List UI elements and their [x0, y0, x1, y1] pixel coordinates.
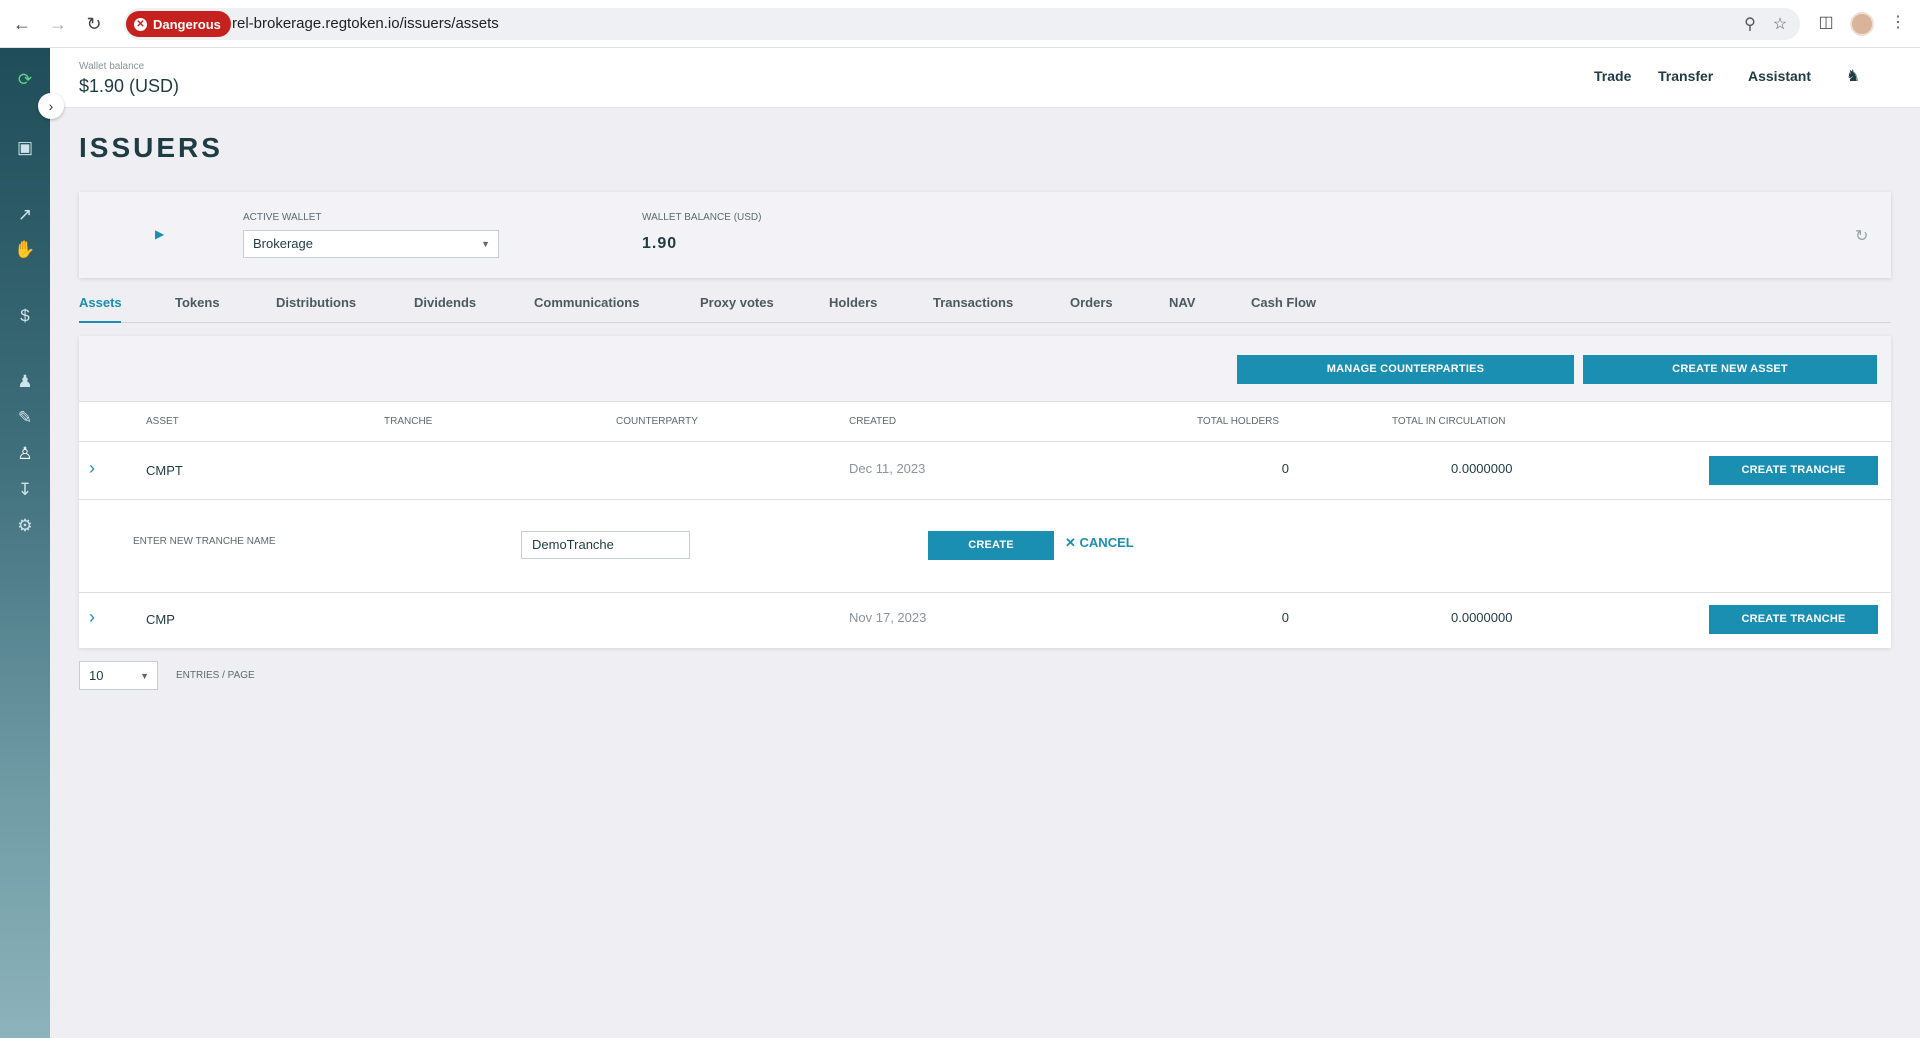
menu-kebab-icon[interactable]: ⋮ — [1886, 12, 1910, 36]
asset-name: CMP — [146, 612, 175, 627]
assets-table-card: MANAGE COUNTERPARTIES CREATE NEW ASSET A… — [79, 336, 1891, 648]
address-bar[interactable]: ✕ Dangerous rel-brokerage.regtoken.io/is… — [124, 8, 1800, 40]
tab-distributions[interactable]: Distributions — [276, 295, 356, 310]
table-toolbar: MANAGE COUNTERPARTIES CREATE NEW ASSET — [79, 336, 1891, 402]
wallet-icon[interactable]: ▣ — [13, 136, 37, 160]
create-new-asset-button[interactable]: CREATE NEW ASSET — [1583, 355, 1877, 384]
asset-name: CMPT — [146, 463, 183, 478]
nav-assistant[interactable]: Assistant — [1748, 68, 1811, 84]
users-icon[interactable]: ♞ — [1842, 66, 1864, 88]
tab-assets[interactable]: Assets — [79, 295, 122, 310]
sidebar: ⟳ ▣ ↗ ✋ $ ♟ ✎ ♙ ↧ ⚙ — [0, 48, 50, 1038]
manage-counterparties-button[interactable]: MANAGE COUNTERPARTIES — [1237, 355, 1574, 384]
download-tray-icon[interactable]: ↧ — [13, 478, 37, 502]
play-icon[interactable]: ▶ — [155, 227, 164, 241]
sidebar-expand-chevron-icon[interactable]: › — [38, 93, 64, 119]
tab-proxy-votes[interactable]: Proxy votes — [700, 295, 774, 310]
dropdown-caret-icon: ▼ — [140, 671, 149, 681]
wallet-balance-usd-value: 1.90 — [642, 235, 678, 252]
wallet-balance-value: $1.90 (USD) — [79, 76, 180, 96]
divider — [79, 441, 1891, 442]
tranche-name-label: ENTER NEW TRANCHE NAME — [133, 536, 276, 547]
back-arrow-icon[interactable]: ← — [10, 12, 34, 36]
expand-chevron-icon[interactable]: › — [89, 458, 95, 479]
expand-chevron-icon[interactable]: › — [89, 607, 95, 628]
tab-dividends[interactable]: Dividends — [414, 295, 476, 310]
cancel-button[interactable]: ✕ CANCEL — [1065, 535, 1134, 551]
column-header-total-in-circulation: TOTAL IN CIRCULATION — [1392, 416, 1506, 427]
column-header-tranche: TRANCHE — [384, 416, 433, 427]
column-header-created: CREATED — [849, 416, 897, 427]
wallet-balance-usd-label: WALLET BALANCE (USD) — [642, 212, 762, 223]
tab-nav[interactable]: NAV — [1169, 295, 1195, 310]
zoom-icon[interactable]: ⚲ — [1740, 14, 1760, 34]
tranche-name-input[interactable]: DemoTranche — [521, 531, 690, 559]
trending-icon[interactable]: ↗ — [13, 203, 37, 227]
page-title: ISSUERS — [79, 132, 223, 163]
entries-per-page-value: 10 — [89, 668, 104, 683]
total-in-circulation: 0.0000000 — [1451, 610, 1513, 625]
active-wallet-label: ACTIVE WALLET — [243, 212, 322, 223]
hand-coin-icon[interactable]: ✋ — [13, 238, 37, 262]
total-holders: 0 — [1281, 610, 1289, 625]
nav-transfer[interactable]: Transfer — [1658, 68, 1713, 84]
handshake-icon[interactable]: ✎ — [13, 406, 37, 430]
user-transfer-icon[interactable]: ♙ — [13, 442, 37, 466]
divider — [79, 499, 1891, 500]
create-button[interactable]: CREATE — [928, 531, 1054, 560]
total-holders: 0 — [1281, 461, 1289, 476]
bookmark-star-icon[interactable]: ☆ — [1770, 14, 1790, 34]
reload-icon[interactable]: ↻ — [82, 12, 106, 36]
app-header: Wallet balance $1.90 (USD) Trade Transfe… — [50, 48, 1920, 108]
warning-icon: ✕ — [134, 17, 147, 31]
created-date: Dec 11, 2023 — [849, 461, 926, 476]
tab-cash-flow[interactable]: Cash Flow — [1251, 295, 1316, 310]
loading-spinner-icon: ⟳ — [17, 70, 33, 89]
active-tab-indicator — [79, 321, 121, 323]
column-header-asset: ASSET — [146, 416, 179, 427]
refresh-icon[interactable]: ↻ — [1855, 226, 1868, 246]
column-header-total-holders: TOTAL HOLDERS — [1197, 416, 1280, 427]
created-date: Nov 17, 2023 — [849, 610, 927, 625]
create-tranche-button[interactable]: CREATE TRANCHE — [1709, 456, 1878, 485]
browser-toolbar: ← → ↻ ✕ Dangerous rel-brokerage.regtoken… — [0, 0, 1920, 48]
tab-tokens[interactable]: Tokens — [175, 295, 220, 310]
side-panel-icon[interactable]: ◫ — [1814, 12, 1838, 36]
security-warning-chip[interactable]: ✕ Dangerous — [126, 11, 231, 37]
people-icon[interactable]: ♟ — [13, 370, 37, 394]
forward-arrow-icon[interactable]: → — [46, 12, 70, 36]
nav-trade[interactable]: Trade — [1594, 68, 1631, 84]
active-wallet-value: Brokerage — [253, 236, 313, 251]
dropdown-caret-icon: ▼ — [481, 239, 490, 249]
column-header-counterparty: COUNTERPARTY — [616, 416, 698, 427]
settings-user-icon[interactable]: ⚙ — [13, 514, 37, 538]
active-wallet-select[interactable]: Brokerage ▼ — [243, 230, 499, 258]
entries-per-page-label: ENTRIES / PAGE — [176, 670, 255, 681]
tab-bar: Assets Tokens Distributions Dividends Co… — [79, 295, 1891, 323]
divider — [79, 592, 1891, 593]
profile-avatar[interactable] — [1850, 12, 1874, 36]
wallet-balance-label: Wallet balance — [79, 61, 145, 72]
tab-transactions[interactable]: Transactions — [933, 295, 1013, 310]
cancel-label: CANCEL — [1079, 535, 1134, 550]
close-icon: ✕ — [1065, 535, 1076, 550]
create-tranche-button[interactable]: CREATE TRANCHE — [1709, 605, 1878, 634]
url-text: rel-brokerage.regtoken.io/issuers/assets — [232, 15, 499, 32]
wallet-card: ▶ ACTIVE WALLET Brokerage ▼ WALLET BALAN… — [79, 192, 1891, 278]
total-in-circulation: 0.0000000 — [1451, 461, 1513, 476]
tab-orders[interactable]: Orders — [1070, 295, 1113, 310]
entries-per-page-select[interactable]: 10 ▼ — [79, 661, 158, 690]
tab-holders[interactable]: Holders — [829, 295, 877, 310]
tab-communications[interactable]: Communications — [534, 295, 639, 310]
dollar-icon[interactable]: $ — [13, 304, 37, 328]
security-chip-label: Dangerous — [153, 16, 221, 32]
